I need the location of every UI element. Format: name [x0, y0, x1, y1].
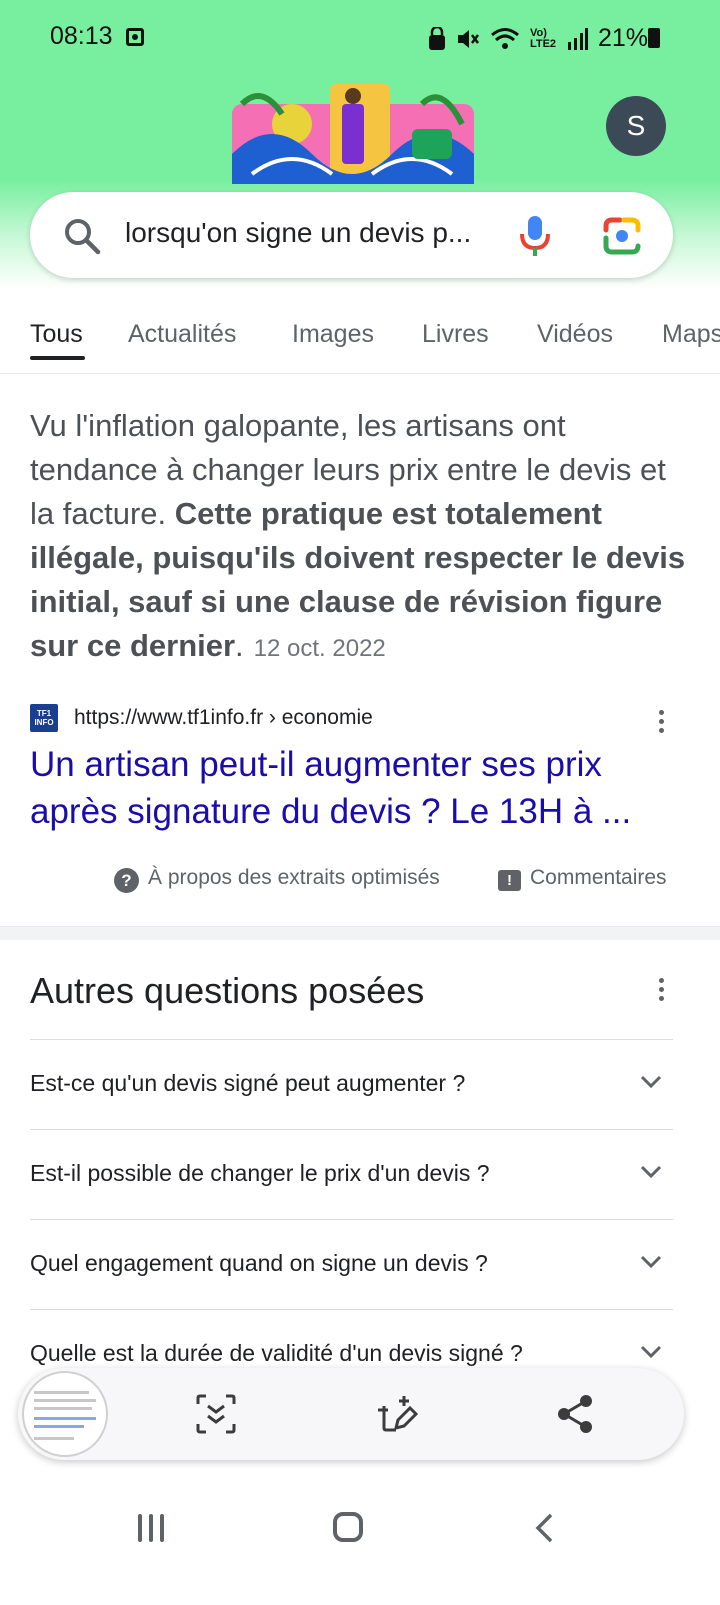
status-bar: 08:13 Vo) LTE2 21%	[0, 0, 720, 72]
paa-question-text[interactable]: Quel engagement quand on signe un devis …	[30, 1250, 488, 1277]
google-doodle[interactable]	[232, 84, 474, 186]
snippet-end-text: .	[235, 628, 244, 663]
status-time: 08:13	[50, 22, 113, 50]
paa-more-options-icon[interactable]	[659, 978, 665, 1006]
result-title-link[interactable]: Un artisan peut-il augmenter ses prix ap…	[30, 741, 680, 835]
section-divider	[0, 926, 720, 940]
result-more-options-icon[interactable]	[659, 710, 665, 738]
feedback-link[interactable]: Commentaires	[530, 866, 667, 898]
back-icon[interactable]	[533, 1512, 555, 1544]
tab-videos[interactable]: Vidéos	[537, 320, 613, 349]
google-lens-icon[interactable]	[602, 216, 642, 256]
tab-tous[interactable]: Tous	[30, 320, 83, 349]
scroll-capture-icon[interactable]	[194, 1392, 238, 1436]
search-tabs: Tous Actualités Images Livres Vidéos Map…	[0, 300, 720, 374]
paa-question-text[interactable]: Est-ce qu'un devis signé peut augmenter …	[30, 1070, 465, 1097]
feedback-icon[interactable]: !	[498, 870, 521, 891]
chevron-down-icon[interactable]	[639, 1164, 663, 1180]
chevron-down-icon[interactable]	[639, 1074, 663, 1090]
share-icon[interactable]	[554, 1392, 598, 1436]
signal-icon	[567, 27, 588, 50]
chevron-down-icon[interactable]	[639, 1344, 663, 1360]
screenshot-thumbnail[interactable]	[22, 1371, 108, 1457]
tab-maps[interactable]: Maps	[662, 320, 720, 349]
search-bar[interactable]: lorsqu'on signe un devis p...	[30, 192, 673, 278]
tab-livres[interactable]: Livres	[422, 320, 489, 349]
site-url[interactable]: https://www.tf1info.fr › economie	[74, 706, 373, 730]
help-icon[interactable]: ?	[114, 868, 139, 893]
result-source[interactable]: TF1 INFO https://www.tf1info.fr › econom…	[30, 704, 680, 734]
about-snippets-link[interactable]: À propos des extraits optimisés	[148, 866, 440, 898]
system-navigation-bar	[0, 1480, 720, 1605]
network-label: Vo) LTE2	[529, 26, 557, 50]
wifi-icon	[490, 27, 519, 49]
paa-question[interactable]: Est-ce qu'un devis signé peut augmenter …	[30, 1039, 673, 1129]
home-icon[interactable]	[333, 1512, 363, 1542]
microphone-icon[interactable]	[518, 214, 552, 258]
lock-badge-icon	[428, 26, 445, 50]
battery-icon	[648, 28, 660, 48]
search-icon[interactable]	[62, 216, 102, 256]
notification-app-icon	[126, 28, 144, 46]
battery-percent: 21%	[597, 24, 648, 52]
recent-apps-icon[interactable]	[138, 1514, 164, 1542]
paa-question[interactable]: Quel engagement quand on signe un devis …	[30, 1219, 673, 1309]
site-favicon: TF1 INFO	[30, 704, 58, 732]
tab-images[interactable]: Images	[292, 320, 374, 349]
people-also-ask-title: Autres questions posées	[30, 970, 425, 1011]
chevron-down-icon[interactable]	[639, 1254, 663, 1270]
account-avatar[interactable]: S	[606, 96, 666, 156]
favicon-label: TF1 INFO	[34, 709, 54, 727]
screenshot-toolbar	[18, 1368, 684, 1460]
tab-actualites[interactable]: Actualités	[128, 320, 236, 349]
paa-question-text[interactable]: Est-il possible de changer le prix d'un …	[30, 1160, 490, 1187]
paa-question-text[interactable]: Quelle est la durée de validité d'un dev…	[30, 1340, 523, 1367]
paa-question[interactable]: Est-il possible de changer le prix d'un …	[30, 1129, 673, 1219]
draw-icon[interactable]	[374, 1392, 418, 1436]
status-indicators: Vo) LTE2 21%	[428, 24, 648, 53]
featured-snippet-text: Vu l'inflation galopante, les artisans o…	[30, 404, 690, 671]
snippet-date: 12 oct. 2022	[253, 635, 386, 662]
mute-icon	[457, 29, 479, 48]
active-tab-indicator	[30, 356, 85, 360]
search-input[interactable]: lorsqu'on signe un devis p...	[125, 217, 495, 249]
